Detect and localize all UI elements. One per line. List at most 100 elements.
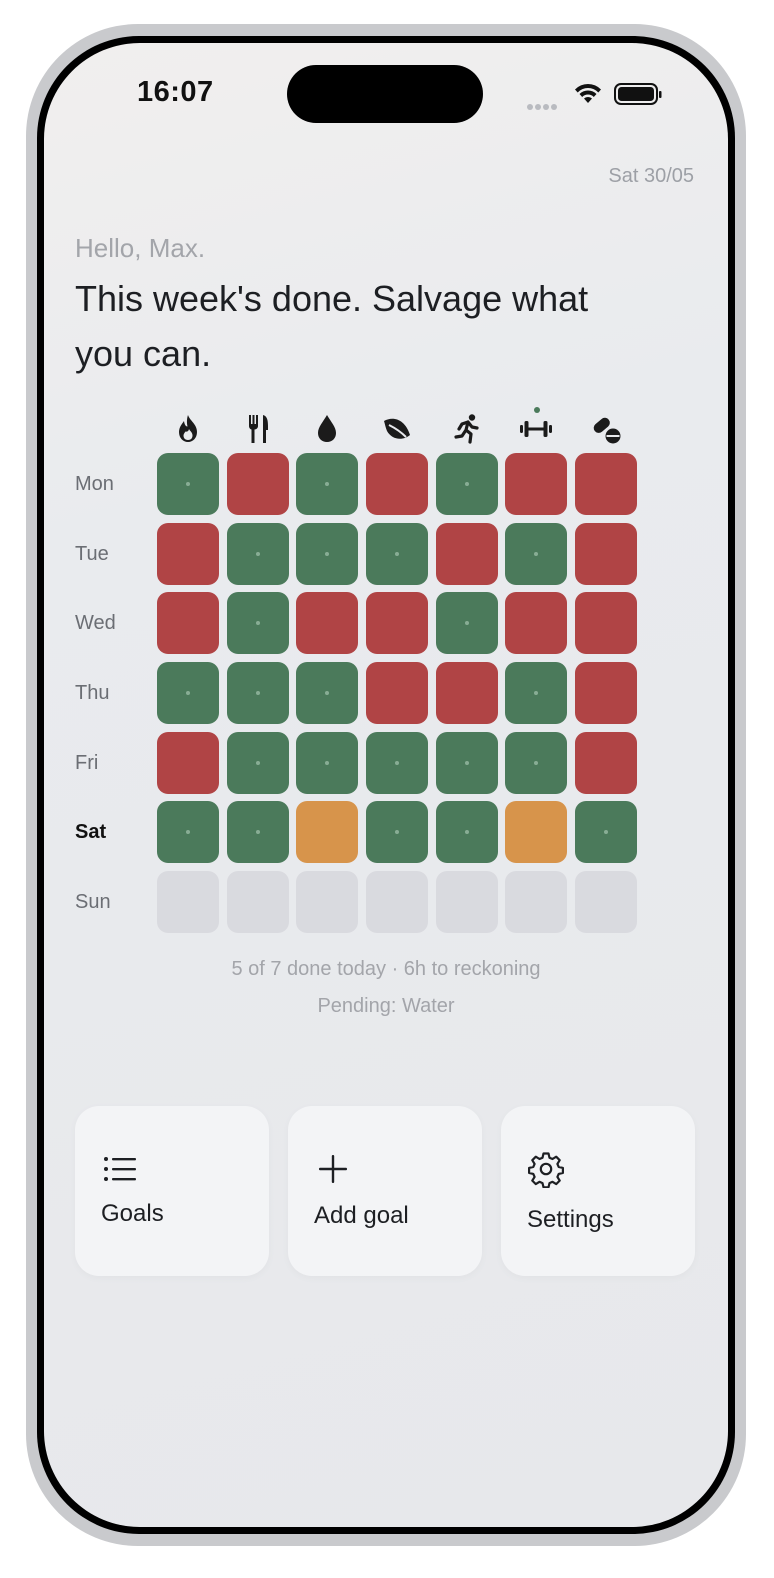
habit-cell-thu-leaf[interactable] <box>366 662 428 724</box>
dumbbell-icon[interactable] <box>518 411 554 447</box>
completed-dot <box>325 691 329 695</box>
day-label-fri: Fri <box>75 752 99 774</box>
completed-dot <box>465 621 469 625</box>
habit-cell-sat-pills[interactable] <box>575 801 637 863</box>
screen: 16:07 Sat 30/05 Hello, Max. This week's … <box>44 43 728 1527</box>
habit-cell-tue-flame[interactable] <box>157 523 219 585</box>
completed-dot <box>465 830 469 834</box>
flame-icon[interactable] <box>170 411 206 447</box>
habit-cell-fri-fork-knife[interactable] <box>227 732 289 794</box>
completed-dot <box>534 691 538 695</box>
day-label-mon: Mon <box>75 473 114 495</box>
completed-dot <box>534 761 538 765</box>
habit-cell-wed-flame[interactable] <box>157 592 219 654</box>
habit-cell-wed-water-drop[interactable] <box>296 592 358 654</box>
day-label-thu: Thu <box>75 682 110 704</box>
habit-cell-thu-running-person[interactable] <box>436 662 498 724</box>
habit-cell-tue-dumbbell[interactable] <box>505 523 567 585</box>
cellular-signal-icon <box>527 97 561 110</box>
fork-knife-icon[interactable] <box>240 411 276 447</box>
habit-cell-tue-pills[interactable] <box>575 523 637 585</box>
habit-cell-sun-leaf <box>366 871 428 933</box>
completed-dot <box>256 691 260 695</box>
completed-dot <box>395 830 399 834</box>
habit-cell-sun-water-drop <box>296 871 358 933</box>
habit-cell-wed-leaf[interactable] <box>366 592 428 654</box>
habit-cell-sat-water-drop[interactable] <box>296 801 358 863</box>
goals-label: Goals <box>101 1200 164 1227</box>
day-label-tue: Tue <box>75 543 109 565</box>
settings-button[interactable]: Settings <box>501 1106 695 1276</box>
habit-cell-wed-running-person[interactable] <box>436 592 498 654</box>
list-icon <box>101 1150 139 1188</box>
pending-summary: Pending: Water <box>317 995 455 1017</box>
habit-cell-sat-fork-knife[interactable] <box>227 801 289 863</box>
leaf-icon[interactable] <box>379 411 415 447</box>
habit-cell-sat-leaf[interactable] <box>366 801 428 863</box>
habit-cell-tue-running-person[interactable] <box>436 523 498 585</box>
current-date: Sat 30/05 <box>608 165 694 187</box>
running-person-icon[interactable] <box>449 411 485 447</box>
habit-cell-fri-leaf[interactable] <box>366 732 428 794</box>
habit-cell-sat-dumbbell[interactable] <box>505 801 567 863</box>
completed-dot <box>256 621 260 625</box>
completed-dot <box>325 482 329 486</box>
habit-cell-wed-pills[interactable] <box>575 592 637 654</box>
gear-icon <box>527 1150 565 1189</box>
habit-cell-fri-running-person[interactable] <box>436 732 498 794</box>
habit-cell-sun-flame <box>157 871 219 933</box>
completed-dot <box>325 552 329 556</box>
pills-icon[interactable] <box>588 411 624 447</box>
habit-cell-thu-pills[interactable] <box>575 662 637 724</box>
completed-dot <box>186 691 190 695</box>
habit-cell-fri-pills[interactable] <box>575 732 637 794</box>
habit-cell-sun-fork-knife <box>227 871 289 933</box>
day-label-sun: Sun <box>75 891 111 913</box>
progress-summary: 5 of 7 done today · 6h to reckoning <box>231 958 541 980</box>
dynamic-island <box>287 65 483 123</box>
habit-cell-mon-running-person[interactable] <box>436 453 498 515</box>
completed-dot <box>186 830 190 834</box>
habit-cell-tue-water-drop[interactable] <box>296 523 358 585</box>
plus-icon <box>314 1150 352 1188</box>
habit-cell-sun-dumbbell <box>505 871 567 933</box>
habit-cell-mon-fork-knife[interactable] <box>227 453 289 515</box>
habit-cell-mon-dumbbell[interactable] <box>505 453 567 515</box>
habit-cell-mon-water-drop[interactable] <box>296 453 358 515</box>
habit-cell-tue-leaf[interactable] <box>366 523 428 585</box>
day-label-sat: Sat <box>75 821 107 843</box>
greeting: Hello, Max. <box>75 233 206 263</box>
wifi-icon <box>572 80 604 106</box>
habit-cell-mon-pills[interactable] <box>575 453 637 515</box>
headline: This week's done. Salvage what you can. <box>75 278 589 374</box>
completed-dot <box>534 552 538 556</box>
habit-cell-fri-water-drop[interactable] <box>296 732 358 794</box>
water-drop-icon[interactable] <box>309 411 345 447</box>
habit-cell-sat-flame[interactable] <box>157 801 219 863</box>
habit-cell-mon-leaf[interactable] <box>366 453 428 515</box>
habit-cell-sun-pills <box>575 871 637 933</box>
completed-dot <box>604 830 608 834</box>
habit-cell-mon-flame[interactable] <box>157 453 219 515</box>
completed-dot <box>256 761 260 765</box>
status-time: 16:07 <box>137 76 214 108</box>
battery-icon <box>614 83 662 105</box>
completed-dot <box>256 552 260 556</box>
completed-dot <box>325 761 329 765</box>
habit-cell-thu-water-drop[interactable] <box>296 662 358 724</box>
completed-dot <box>395 761 399 765</box>
completed-dot <box>465 761 469 765</box>
habit-cell-tue-fork-knife[interactable] <box>227 523 289 585</box>
add-goal-label: Add goal <box>314 1202 409 1229</box>
add-goal-button[interactable]: Add goal <box>288 1106 482 1276</box>
completed-dot <box>465 482 469 486</box>
habit-cell-thu-fork-knife[interactable] <box>227 662 289 724</box>
habit-cell-wed-dumbbell[interactable] <box>505 592 567 654</box>
habit-cell-thu-flame[interactable] <box>157 662 219 724</box>
goals-button[interactable]: Goals <box>75 1106 269 1276</box>
habit-cell-wed-fork-knife[interactable] <box>227 592 289 654</box>
habit-cell-fri-dumbbell[interactable] <box>505 732 567 794</box>
habit-cell-sat-running-person[interactable] <box>436 801 498 863</box>
habit-cell-fri-flame[interactable] <box>157 732 219 794</box>
habit-cell-thu-dumbbell[interactable] <box>505 662 567 724</box>
